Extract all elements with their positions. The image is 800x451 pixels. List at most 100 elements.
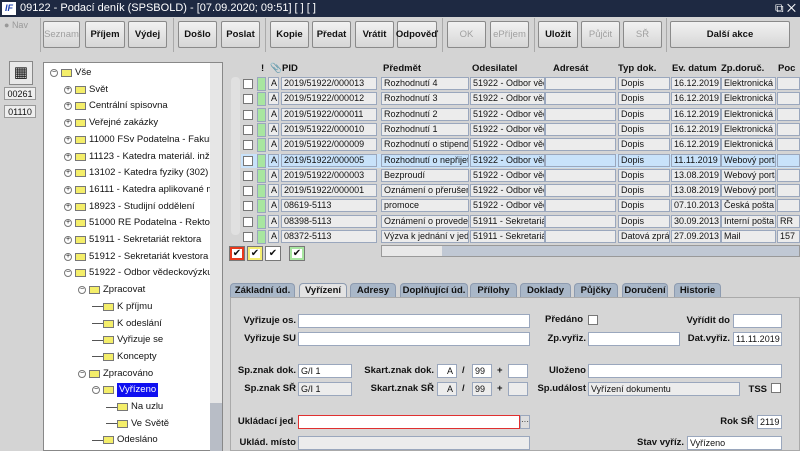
tree-scrollbar[interactable] — [210, 63, 222, 451]
row-checkbox[interactable] — [243, 140, 253, 151]
tree-node[interactable]: − Zpracovat — [78, 283, 145, 297]
tree-node[interactable]: +51911 - Sekretariát rektora — [64, 233, 201, 247]
ulozeno-input[interactable] — [588, 364, 782, 378]
ukladaci-jed-input[interactable] — [298, 415, 520, 429]
nav-toggle[interactable]: ● Nav — [4, 20, 28, 30]
expand-icon[interactable]: + — [64, 219, 72, 228]
vyridit-do-input[interactable] — [733, 314, 782, 328]
dat-vyriz-input[interactable]: 11.11.2019 — [733, 332, 782, 346]
row-checkbox[interactable] — [243, 201, 253, 212]
toolbar-button-do-lo[interactable]: Došlo — [178, 21, 217, 48]
toolbar-button-poslat[interactable]: Poslat — [221, 21, 260, 48]
toolbar-button-s-[interactable]: SŘ — [623, 21, 662, 48]
toolbar-button-ok[interactable]: OK — [447, 21, 486, 48]
filter-checkbox[interactable]: ✔ — [265, 246, 281, 261]
toolbar-button-dal-akce[interactable]: Další akce — [670, 21, 790, 48]
tab-4[interactable]: Přílohy — [470, 283, 517, 298]
tss-checkbox[interactable] — [771, 383, 781, 393]
tree-node[interactable]: +11000 FSv Podatelna - Fakulta stavební — [64, 133, 222, 147]
tree-node[interactable]: Koncepty — [92, 350, 157, 364]
tree-node[interactable]: − Vše — [50, 66, 91, 80]
tab-3[interactable]: Doplňující úd. — [400, 283, 468, 298]
skart_dok-lhuta-input[interactable]: 99 — [472, 364, 492, 378]
tree-node[interactable]: − Zpracováno — [78, 367, 153, 381]
tab-7[interactable]: Doručení — [622, 283, 668, 298]
column-header-attach[interactable]: 📎 — [270, 63, 282, 74]
row-checkbox[interactable] — [243, 170, 253, 181]
tab-6[interactable]: Půjčky — [574, 283, 618, 298]
folder-tree[interactable]: − Vše + Svět + Centrální spisovna + Veřejné zak… — [43, 62, 223, 451]
tree-node[interactable]: − 51922 - Odbor vědeckovýzkumné činnosti — [64, 266, 222, 280]
row-checkbox[interactable] — [243, 216, 253, 227]
toolbar-button-ulo-it[interactable]: Uložit — [538, 21, 578, 48]
tree-node[interactable]: +51912 - Sekretariát kvestora — [64, 250, 208, 264]
expand-icon[interactable]: + — [64, 202, 72, 211]
tree-node[interactable]: + Centrální spisovna — [64, 99, 168, 113]
predano-checkbox[interactable] — [588, 315, 598, 325]
row-checkbox[interactable] — [243, 186, 253, 197]
toolbar-button-p-edat[interactable]: Předat — [312, 21, 351, 48]
tree-node[interactable]: +11123 - Katedra materiál. inženýrství — [64, 150, 222, 164]
tree-node[interactable]: +18923 - Studijní oddělení — [64, 200, 195, 214]
vyrizuje-os-input[interactable] — [298, 314, 530, 328]
tree-node[interactable]: +13102 - Katedra fyziky (302) — [64, 166, 208, 180]
stav-vyriz-input[interactable]: Vyřízeno — [687, 436, 782, 450]
sp_znak_dok-input[interactable]: G/I 1 — [298, 364, 352, 378]
tree-node[interactable]: Na uzlu — [106, 400, 163, 414]
nav-code-button[interactable]: 01110 — [4, 105, 36, 118]
toolbar-button-ep-jem[interactable]: ePříjem — [490, 21, 529, 48]
row-checkbox[interactable] — [243, 79, 253, 89]
collapse-icon[interactable]: − — [78, 286, 86, 295]
tree-node[interactable]: Vyřizuje se — [92, 333, 163, 347]
document-icon-button[interactable]: ▦ — [9, 61, 33, 85]
collapse-icon[interactable]: − — [64, 269, 72, 278]
tree-node[interactable]: +51000 RE Podatelna - Rektorát — [64, 216, 221, 230]
tab-2[interactable]: Adresy — [350, 283, 396, 298]
row-checkbox[interactable] — [243, 124, 253, 135]
toolbar-button-p-jem[interactable]: Příjem — [85, 21, 125, 48]
expand-icon[interactable]: + — [64, 185, 72, 194]
row-checkbox[interactable] — [243, 94, 253, 105]
column-header-type[interactable]: Typ dok. — [618, 63, 656, 74]
tab-5[interactable]: Doklady — [520, 283, 571, 298]
collapse-icon[interactable]: − — [50, 69, 58, 77]
vyrizuje-su-input[interactable] — [298, 332, 530, 346]
filter-checkbox[interactable]: ✔ — [289, 246, 305, 261]
collapse-icon[interactable]: − — [78, 369, 86, 378]
expand-icon[interactable]: + — [64, 152, 72, 161]
zp-vyriz-input[interactable] — [588, 332, 680, 346]
toolbar-button-seznam[interactable]: Seznam — [43, 21, 80, 48]
expand-icon[interactable]: + — [64, 119, 72, 128]
tree-node[interactable]: K příjmu — [92, 300, 152, 314]
tab-0[interactable]: Základní úd. — [230, 283, 295, 298]
row-checkbox[interactable] — [243, 232, 253, 242]
grid-vertical-scrollbar[interactable] — [231, 77, 240, 235]
expand-icon[interactable]: + — [64, 85, 72, 94]
column-header-pid[interactable]: PID — [282, 63, 298, 74]
window-controls[interactable]: ⧉ ✕ — [775, 0, 796, 17]
column-header-count[interactable]: Poc — [778, 63, 795, 74]
tree-node[interactable]: K odeslání — [92, 317, 162, 331]
tree-node[interactable]: + Veřejné zakázky — [64, 116, 158, 130]
expand-icon[interactable]: + — [64, 236, 72, 244]
filter-checkbox[interactable]: ✔ — [247, 246, 263, 261]
expand-icon[interactable]: + — [64, 135, 72, 144]
nav-code-button[interactable]: 00261 — [4, 87, 36, 100]
column-header-sender[interactable]: Odesilatel — [472, 63, 517, 74]
column-header-delivery[interactable]: Zp.doruč. — [721, 63, 764, 74]
expand-icon[interactable]: + — [64, 169, 72, 178]
skart_dok-znak-input[interactable]: A — [437, 364, 457, 378]
column-header-priority[interactable]: ! — [261, 63, 264, 74]
filter-checkbox[interactable]: ✔ — [229, 246, 245, 261]
skart_dok-extra-input[interactable] — [508, 364, 528, 378]
toolbar-button-vr-tit[interactable]: Vrátit — [355, 21, 394, 48]
tree-node[interactable]: Ve Světě — [106, 417, 169, 431]
toolbar-button-p-j-it[interactable]: Půjčit — [581, 21, 620, 48]
column-header-date[interactable]: Ev. datum — [672, 63, 717, 74]
tab-8[interactable]: Historie — [674, 283, 721, 298]
collapse-icon[interactable]: − — [92, 386, 100, 395]
rok-sr-input[interactable]: 2119 — [757, 415, 782, 429]
expand-icon[interactable]: + — [64, 252, 72, 261]
ukladaci-jed-browse-button[interactable]: ··· — [520, 415, 530, 429]
tree-node[interactable]: +16111 - Katedra aplikované matematiky — [64, 183, 222, 197]
